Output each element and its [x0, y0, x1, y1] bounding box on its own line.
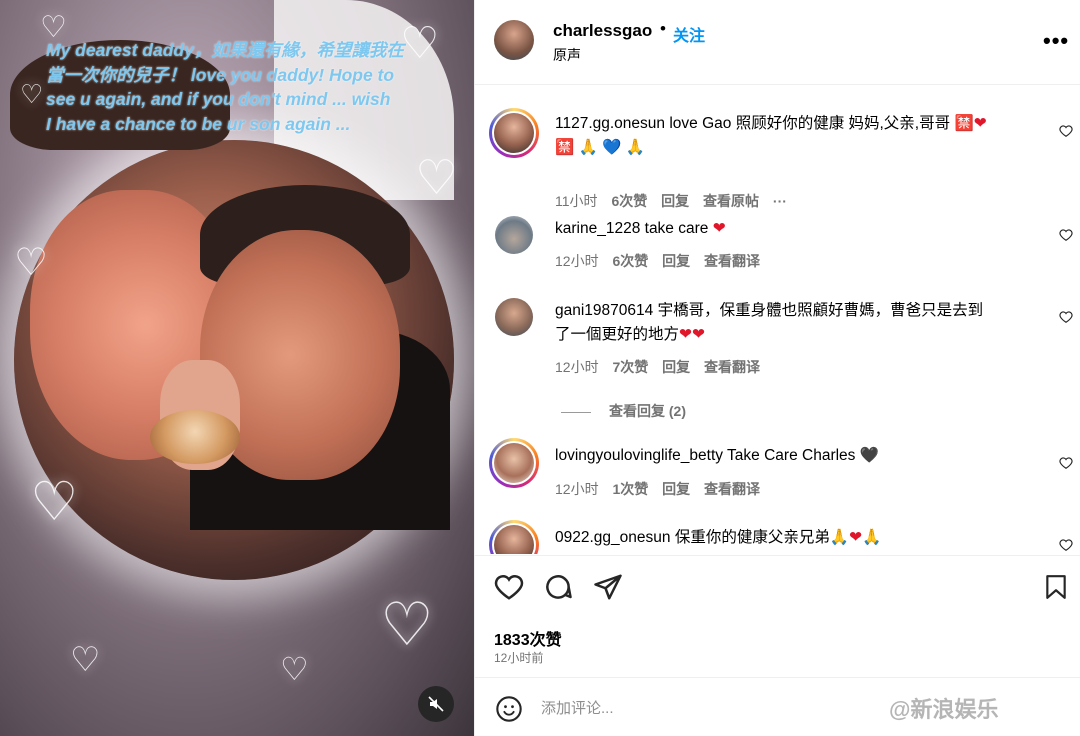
emoji: 🈲 — [555, 139, 575, 156]
share-icon[interactable] — [593, 572, 623, 602]
comment-input[interactable] — [541, 696, 871, 720]
follow-button[interactable]: 关注 — [673, 22, 705, 46]
comment-likes[interactable]: 6次赞 — [612, 253, 648, 269]
commenter-username[interactable]: lovingyoulovinglife_betty — [555, 447, 723, 464]
see-translation-button[interactable]: 查看翻译 — [704, 481, 760, 497]
reply-button[interactable]: 回复 — [662, 481, 690, 497]
save-icon[interactable] — [1043, 573, 1069, 601]
pray-emoji: 🙏 — [862, 529, 882, 546]
commenter-username[interactable]: 0922.gg_onesun — [555, 529, 671, 546]
bread-roll — [150, 410, 240, 464]
separator-dot: • — [660, 19, 666, 38]
comment-like-icon[interactable] — [1059, 538, 1073, 552]
comment-likes[interactable]: 6次赞 — [611, 193, 647, 209]
comment-body: take care — [640, 220, 713, 237]
comment-meta: 12小时 1次赞 回复 查看翻译 — [555, 479, 770, 499]
comment-time: 12小时 — [555, 359, 599, 375]
audio-label[interactable]: 原声 — [553, 45, 581, 65]
red-heart-emoji: ❤ — [692, 326, 706, 343]
see-translation-button[interactable]: 查看翻译 — [704, 253, 760, 269]
author-username[interactable]: charlessgao — [553, 21, 652, 41]
heart-deco-icon: ♡ — [280, 650, 309, 688]
commenter-username[interactable]: gani19870614 — [555, 302, 653, 319]
view-replies-button[interactable]: 查看回复 (2) — [561, 401, 686, 421]
pray-emoji: 🙏 — [829, 529, 850, 546]
blue-heart-emoji: 💙 — [602, 139, 622, 156]
heart-deco-icon: ♡ — [70, 640, 101, 680]
reply-button[interactable]: 回复 — [661, 193, 689, 209]
see-translation-button[interactable]: 查看翻译 — [704, 359, 760, 375]
author-avatar[interactable] — [494, 20, 534, 60]
view-original-button[interactable]: 查看原帖 — [703, 193, 759, 209]
comment-meta: 11小时 6次赞 回复 查看原帖 ··· — [555, 191, 797, 211]
add-comment-bar: @新浪娱乐 — [475, 677, 1080, 736]
view-replies-label: 查看回复 (2) — [609, 403, 686, 419]
reply-button[interactable]: 回复 — [662, 359, 690, 375]
comment-more-icon[interactable]: ··· — [773, 193, 787, 209]
comment-text: gani19870614 宇橋哥，保重身體也照顧好曹媽，曹爸只是去到 了一個更好… — [555, 299, 1045, 347]
comments-list[interactable]: 1127.gg.onesun love Gao 照顾好你的健康 妈妈,父亲,哥哥… — [475, 86, 1080, 554]
story-line: My dearest daddy，如果還有緣，希望讓我在 — [46, 40, 404, 60]
heart-deco-icon: ♡ — [20, 80, 44, 110]
post-header: charlessgao • 关注 原声 ••• — [475, 0, 1080, 85]
commenter-username[interactable]: karine_1228 — [555, 220, 640, 237]
commenter-avatar[interactable] — [489, 520, 539, 554]
more-options-icon[interactable]: ••• — [1043, 28, 1069, 54]
comment-text: 0922.gg_onesun 保重你的健康父亲兄弟🙏❤🙏 — [555, 526, 1045, 550]
reply-button[interactable]: 回复 — [662, 253, 690, 269]
comment-like-icon[interactable] — [1059, 124, 1073, 138]
comment-text: 1127.gg.onesun love Gao 照顾好你的健康 妈妈,父亲,哥哥… — [555, 112, 1045, 160]
likes-count[interactable]: 1833次赞 — [494, 626, 562, 650]
commenter-avatar[interactable] — [495, 216, 533, 254]
comment-text: lovingyoulovinglife_betty Take Care Char… — [555, 444, 1045, 468]
red-heart-emoji: ❤ — [679, 326, 693, 343]
comment-like-icon[interactable] — [1059, 456, 1073, 470]
comment-likes[interactable]: 7次赞 — [612, 359, 648, 375]
comment-meta: 12小时 7次赞 回复 查看翻译 — [555, 357, 770, 377]
story-media[interactable]: ♡ ♡ ♡ ♡ ♡ ♡ ♡ ♡ ♡ My dearest daddy，如果還有緣… — [0, 0, 474, 736]
story-line: 當一次你的兒子！ love you daddy! Hope to — [46, 64, 395, 85]
emoji: 🈲 — [954, 115, 974, 132]
emoji-icon[interactable] — [495, 695, 523, 723]
comment-time: 11小时 — [555, 193, 598, 209]
commenter-username[interactable]: 1127.gg.onesun — [555, 115, 665, 132]
post-time: 12小时前 — [494, 651, 544, 665]
comment-time: 12小时 — [555, 253, 599, 269]
comment-body: love Gao 照顾好你的健康 妈妈,父亲,哥哥 — [665, 115, 955, 132]
comment-body: 保重你的健康父亲兄弟 — [670, 529, 830, 546]
red-heart-emoji: ❤ — [849, 529, 863, 546]
story-caption: My dearest daddy，如果還有緣，希望讓我在 當一次你的兒子！ lo… — [46, 38, 441, 136]
comment-likes[interactable]: 1次赞 — [612, 481, 648, 497]
commenter-avatar[interactable] — [489, 438, 539, 488]
comment-icon[interactable] — [543, 572, 573, 602]
commenter-avatar[interactable] — [495, 298, 533, 336]
post-panel: charlessgao • 关注 原声 ••• 1127.gg.onesun l… — [474, 0, 1080, 736]
black-heart-emoji: 🖤 — [859, 447, 880, 464]
comment-body: 宇橋哥，保重身體也照顧好曹媽，曹爸只是去到 — [653, 302, 984, 319]
commenter-avatar[interactable] — [489, 108, 539, 158]
mute-icon — [428, 696, 444, 712]
divider-line — [561, 411, 591, 413]
pray-emoji: 🙏 — [578, 139, 598, 156]
red-heart-emoji: ❤ — [712, 220, 726, 237]
comment-like-icon[interactable] — [1059, 310, 1073, 324]
comment-time: 12小时 — [555, 481, 599, 497]
heart-deco-icon: ♡ — [30, 470, 79, 533]
pray-emoji: 🙏 — [625, 139, 646, 156]
mute-button[interactable] — [418, 686, 454, 722]
heart-deco-icon: ♡ — [415, 150, 459, 206]
story-line: see u again, and if you don't mind ... w… — [46, 89, 391, 109]
like-icon[interactable] — [494, 572, 524, 602]
comment-like-icon[interactable] — [1059, 228, 1073, 242]
comment-meta: 12小时 6次赞 回复 查看翻译 — [555, 251, 770, 271]
heart-deco-icon: ♡ — [380, 590, 434, 660]
comment-body: Take Care Charles — [723, 447, 860, 464]
comment-text: karine_1228 take care ❤ — [555, 217, 1045, 241]
comment-body: 了一個更好的地方 — [555, 326, 680, 343]
story-line: I have a chance to be ur son again ... — [46, 113, 351, 134]
watermark: @新浪娱乐 — [889, 697, 999, 722]
heart-deco-icon: ♡ — [14, 240, 49, 284]
red-heart-emoji: ❤ — [973, 115, 987, 132]
post-actions: 1833次赞 12小时前 — [475, 555, 1080, 677]
